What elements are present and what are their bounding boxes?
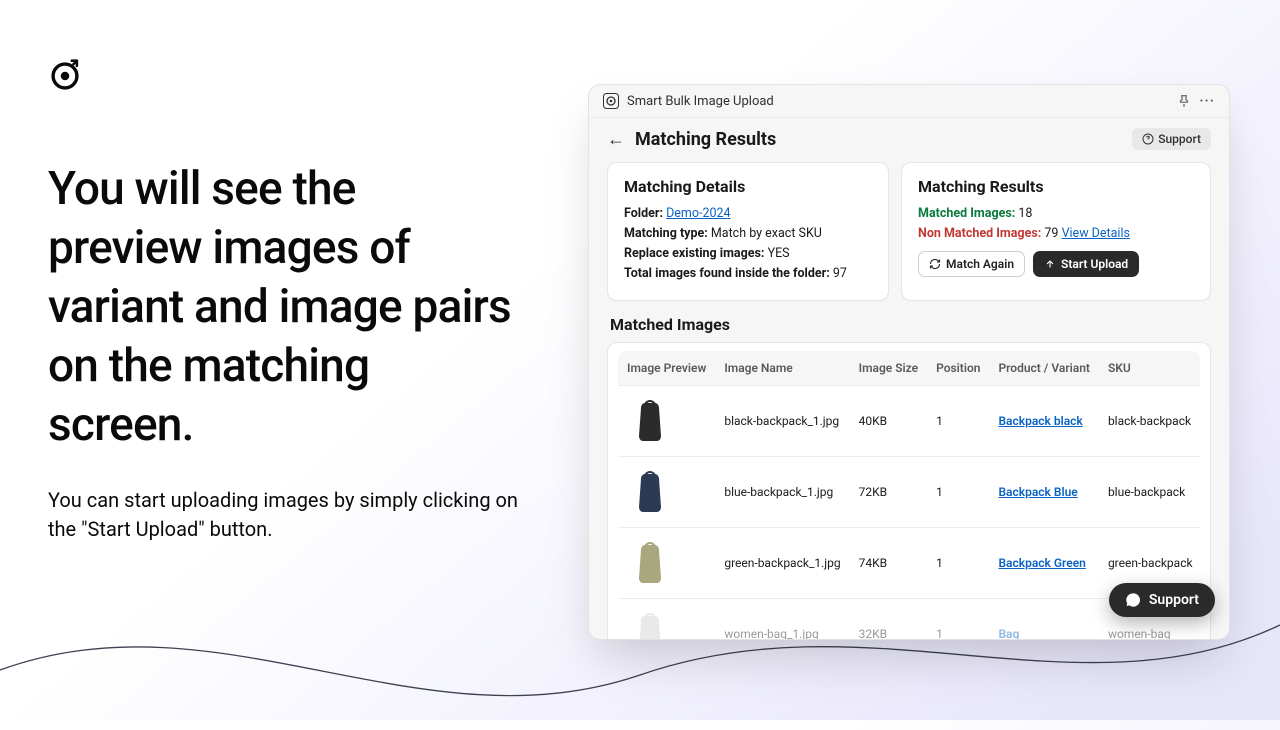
folder-link[interactable]: Demo-2024 (666, 206, 730, 221)
cell-image-name: blue-backpack_1.jpg (715, 457, 849, 528)
app-window: Smart Bulk Image Upload ··· ← Matching R… (588, 84, 1230, 640)
cell-sku: black-backpack (1099, 386, 1200, 457)
match-again-button[interactable]: Match Again (918, 251, 1025, 277)
cell-image-size: 32KB (850, 599, 927, 641)
image-preview-thumb (627, 467, 673, 517)
cell-position: 1 (927, 386, 989, 457)
table-row: black-backpack_1.jpg40KB1 Backpack black b… (618, 386, 1200, 457)
pin-icon[interactable] (1177, 94, 1191, 108)
product-link[interactable]: Backpack Green (998, 556, 1085, 570)
help-icon (1142, 133, 1154, 145)
matched-images-title: Matched Images (610, 315, 1211, 334)
cell-image-name: women-bag_1.jpg (715, 599, 849, 641)
app-title: Smart Bulk Image Upload (627, 94, 774, 109)
app-logo-icon (603, 93, 619, 109)
cell-image-size: 74KB (850, 528, 927, 599)
start-upload-button[interactable]: Start Upload (1033, 251, 1139, 277)
table-row: blue-backpack_1.jpg72KB1 Backpack Blue blu… (618, 457, 1200, 528)
support-chip[interactable]: Support (1132, 128, 1211, 150)
marketing-headline: You will see the preview images of varia… (48, 160, 518, 454)
col-preview: Image Preview (618, 351, 715, 386)
chat-icon (1125, 592, 1141, 608)
product-link[interactable]: Bag (998, 627, 1019, 640)
col-sku: SKU (1099, 351, 1200, 386)
cell-position: 1 (927, 457, 989, 528)
brand-logo (48, 59, 82, 97)
matching-results-card: Matching Results Matched Images: 18 Non … (901, 162, 1211, 301)
page-title: Matching Results (635, 129, 1132, 150)
col-size: Image Size (850, 351, 927, 386)
matching-details-title: Matching Details (624, 177, 872, 196)
cell-image-size: 40KB (850, 386, 927, 457)
cell-image-size: 72KB (850, 457, 927, 528)
cell-position: 1 (927, 528, 989, 599)
matching-details-card: Matching Details Folder: Demo-2024 Match… (607, 162, 889, 301)
support-chip-label: Support (1158, 132, 1201, 146)
cell-position: 1 (927, 599, 989, 641)
image-preview-thumb (627, 396, 673, 446)
floating-support-button[interactable]: Support (1109, 583, 1215, 617)
cell-sku: blue-backpack (1099, 457, 1200, 528)
image-preview-thumb (627, 538, 673, 588)
col-product: Product / Variant (989, 351, 1099, 386)
view-details-link[interactable]: View Details (1062, 226, 1130, 241)
back-button[interactable]: ← (607, 129, 625, 150)
cell-image-name: black-backpack_1.jpg (715, 386, 849, 457)
product-link[interactable]: Backpack black (998, 414, 1082, 428)
upload-icon (1044, 258, 1056, 270)
image-preview-thumb (627, 609, 673, 640)
matching-results-title: Matching Results (918, 177, 1194, 196)
refresh-icon (929, 258, 941, 270)
col-position: Position (927, 351, 989, 386)
col-name: Image Name (715, 351, 849, 386)
product-link[interactable]: Backpack Blue (998, 485, 1077, 499)
more-icon[interactable]: ··· (1199, 93, 1215, 109)
cell-image-name: green-backpack_1.jpg (715, 528, 849, 599)
marketing-subtext: You can start uploading images by simply… (48, 486, 518, 544)
